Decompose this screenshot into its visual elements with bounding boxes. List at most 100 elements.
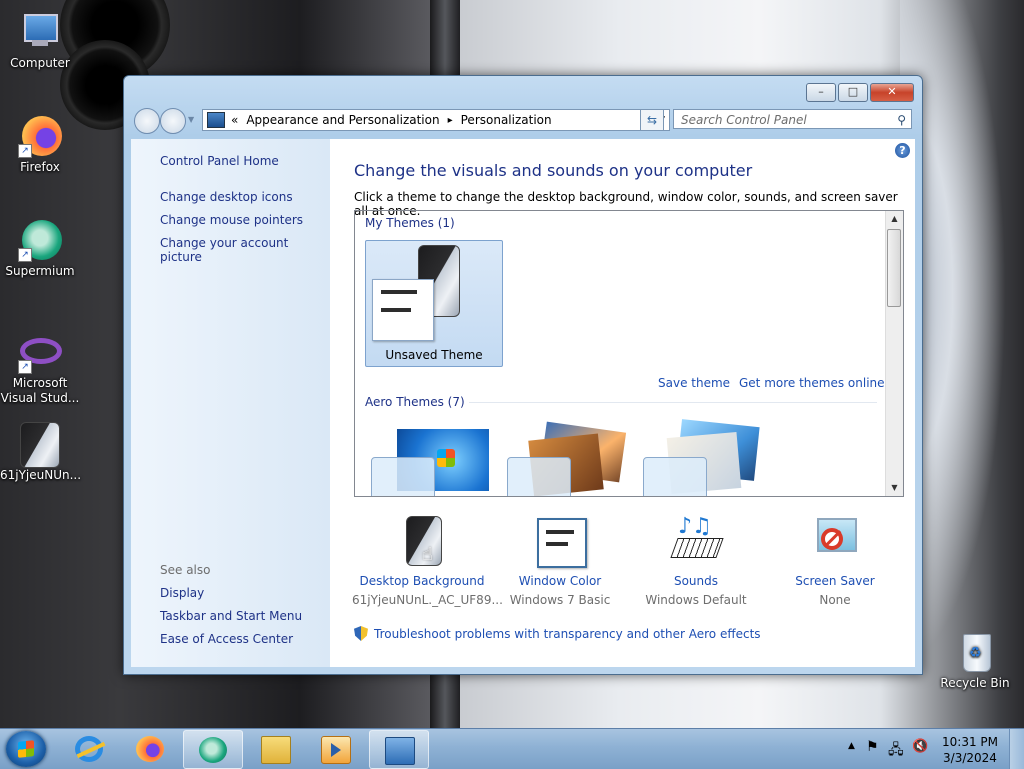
start-button[interactable]	[6, 731, 46, 767]
troubleshoot-link[interactable]: Troubleshoot problems with transparency …	[354, 626, 761, 641]
theme-architecture[interactable]	[503, 411, 627, 496]
theme-preview-window	[371, 457, 435, 496]
desktop-icon-label: Microsoft Visual Stud...	[0, 376, 80, 405]
desktop-icon-computer[interactable]: Computer	[0, 10, 80, 71]
tile-title: Screen Saver	[795, 574, 875, 588]
shortcut-arrow-icon: ↗	[18, 248, 32, 262]
troubleshoot-label: Troubleshoot problems with transparency …	[374, 626, 761, 641]
desktop-icon-recycle-bin[interactable]: ♻ Recycle Bin	[935, 630, 1015, 691]
my-themes-header: My Themes (1)	[365, 216, 455, 230]
uac-shield-icon	[354, 626, 368, 641]
back-button[interactable]	[134, 108, 160, 134]
caption-buttons: – □ ✕	[806, 83, 914, 102]
change-desktop-icons-link[interactable]: Change desktop icons	[160, 190, 293, 204]
window-color-icon	[534, 516, 587, 568]
desktop-icon-firefox[interactable]: ↗ Firefox	[0, 114, 80, 175]
screen-saver-icon	[809, 516, 861, 568]
taskbar-internet-explorer[interactable]	[60, 730, 118, 767]
navigation-bar: ▼ « Appearance and Personalization ▸ Per…	[132, 107, 914, 134]
refresh-button[interactable]: ⇆	[640, 109, 664, 131]
ease-of-access-link[interactable]: Ease of Access Center	[160, 632, 293, 646]
minimize-button[interactable]: –	[806, 83, 836, 102]
desktop-icon-label: Recycle Bin	[940, 676, 1010, 690]
control-panel-home-link[interactable]: Control Panel Home	[160, 154, 279, 168]
left-task-pane: Control Panel Home Change desktop icons …	[131, 139, 330, 667]
theme-windows7[interactable]	[367, 411, 491, 496]
display-link[interactable]: Display	[160, 586, 204, 600]
theme-list-scrollbar[interactable]: ▲ ▼	[885, 211, 903, 496]
recent-pages-dropdown-icon[interactable]: ▼	[188, 115, 194, 124]
recycle-bin-icon: ♻	[953, 630, 997, 674]
visual-studio-icon: ↗	[18, 330, 62, 374]
breadcrumb-separator-icon[interactable]: ▸	[448, 115, 453, 126]
control-panel-icon	[207, 112, 225, 128]
tile-value: None	[819, 593, 851, 607]
help-icon[interactable]: ?	[895, 143, 910, 158]
address-chevrons[interactable]: «	[231, 113, 238, 127]
get-more-themes-link[interactable]: Get more themes online	[739, 376, 885, 390]
scrollbar-thumb[interactable]	[887, 229, 901, 307]
change-mouse-pointers-link[interactable]: Change mouse pointers	[160, 213, 303, 227]
scroll-up-icon[interactable]: ▲	[886, 211, 903, 227]
taskbar-media-player[interactable]	[306, 730, 364, 767]
clock-date: 3/3/2024	[943, 751, 997, 765]
theme-name: Unsaved Theme	[385, 348, 483, 362]
supermium-icon: ↗	[18, 218, 62, 262]
show-desktop-button[interactable]	[1009, 729, 1024, 769]
computer-icon	[18, 10, 62, 54]
maximize-button[interactable]: □	[838, 83, 868, 102]
taskbar-firefox[interactable]	[121, 730, 179, 767]
desktop-icon-label: Computer	[10, 56, 70, 70]
clock[interactable]: 10:31 PM 3/3/2024	[942, 734, 998, 766]
taskbar-explorer[interactable]	[246, 730, 304, 767]
internet-explorer-icon	[75, 736, 106, 762]
windows-logo-icon	[18, 740, 34, 758]
search-placeholder: Search Control Panel	[681, 113, 807, 127]
desktop-icon-image-file[interactable]: 61jYjeuNUn...	[0, 422, 81, 483]
personalization-window: – □ ✕ ▼ « Appearance and Personalization…	[123, 75, 923, 675]
save-theme-link[interactable]: Save theme	[658, 376, 730, 390]
search-icon[interactable]: ⚲	[897, 110, 906, 130]
tile-title: Window Color	[518, 574, 602, 588]
change-account-picture-link[interactable]: Change your account picture	[160, 236, 330, 264]
sounds-icon: ♪♫	[670, 514, 724, 568]
volume-muted-icon[interactable]: 🔇	[912, 739, 928, 754]
firefox-icon	[136, 736, 164, 762]
theme-preview-window	[372, 279, 434, 341]
network-icon[interactable]: 🖧	[888, 739, 904, 763]
taskbar: ▲ ⚑ 🖧 🔇 10:31 PM 3/3/2024	[0, 728, 1024, 769]
firefox-icon: ↗	[18, 114, 62, 158]
shortcut-arrow-icon: ↗	[18, 144, 32, 158]
hand-cursor-icon: ☝	[422, 544, 433, 565]
screen-saver-tile[interactable]: Screen Saver None	[765, 516, 905, 607]
theme-characters[interactable]	[639, 411, 763, 496]
media-player-icon	[321, 736, 351, 764]
taskbar-start-menu-link[interactable]: Taskbar and Start Menu	[160, 609, 302, 623]
breadcrumb-personalization[interactable]: Personalization	[461, 113, 552, 127]
theme-list: My Themes (1) Unsaved Theme Save theme G…	[354, 210, 904, 497]
windows-logo-icon	[437, 449, 455, 467]
show-hidden-icons-icon[interactable]: ▲	[848, 741, 855, 751]
sounds-tile[interactable]: ♪♫ Sounds Windows Default	[626, 514, 766, 607]
tile-value: 61jYjeuNUnL._AC_UF89...	[352, 593, 503, 607]
scroll-down-icon[interactable]: ▼	[886, 480, 903, 496]
search-input[interactable]: Search Control Panel ⚲	[673, 109, 912, 129]
desktop-background-tile[interactable]: ☝ Desktop Background 61jYjeuNUnL._AC_UF8…	[352, 516, 503, 607]
address-bar[interactable]: « Appearance and Personalization ▸ Perso…	[202, 109, 670, 131]
system-tray: ▲ ⚑ 🖧 🔇 10:31 PM 3/3/2024	[844, 729, 1024, 769]
control-panel-icon	[385, 737, 415, 765]
clock-time: 10:31 PM	[942, 735, 998, 749]
action-center-flag-icon[interactable]: ⚑	[866, 739, 879, 755]
theme-unsaved[interactable]: Unsaved Theme	[365, 240, 503, 367]
see-also-heading: See also	[160, 563, 211, 577]
desktop-icon-supermium[interactable]: ↗ Supermium	[0, 218, 80, 279]
desktop-icon-visual-studio[interactable]: ↗ Microsoft Visual Stud...	[0, 330, 80, 406]
close-button[interactable]: ✕	[870, 83, 914, 102]
forward-button[interactable]	[160, 108, 186, 134]
supermium-icon	[199, 737, 227, 763]
breadcrumb-appearance[interactable]: Appearance and Personalization	[246, 113, 439, 127]
explorer-icon	[261, 736, 291, 764]
taskbar-control-panel[interactable]	[369, 730, 429, 769]
taskbar-supermium[interactable]	[183, 730, 243, 769]
window-color-tile[interactable]: Window Color Windows 7 Basic	[490, 516, 630, 607]
